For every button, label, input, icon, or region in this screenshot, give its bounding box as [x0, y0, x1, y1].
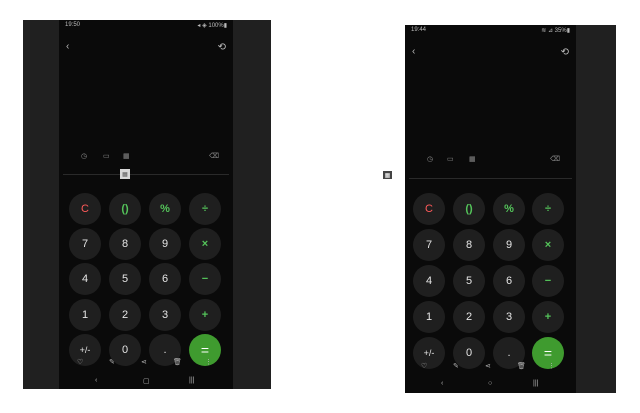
right-sidebar — [233, 20, 271, 389]
left-sidebar — [23, 20, 59, 389]
more-icon[interactable]: ⋮ — [548, 362, 555, 370]
key-5[interactable]: 5 — [109, 263, 141, 295]
navigation-bar: ‹ ○ ||| — [405, 380, 576, 389]
percent-button[interactable]: % — [493, 193, 525, 225]
key-1[interactable]: 1 — [69, 299, 101, 331]
status-bar: 19:50 ◂ ◈ 100%▮ — [59, 22, 233, 30]
trash-icon[interactable]: 🗑 — [517, 362, 526, 370]
bottom-action-bar: ♡ ✎ ⋖ 🗑 ⋮ — [405, 362, 576, 371]
left-margin — [367, 25, 405, 393]
key-4[interactable]: 4 — [69, 263, 101, 295]
key-2[interactable]: 2 — [109, 299, 141, 331]
side-panel-icon[interactable]: ▦ — [383, 171, 392, 179]
history-icon[interactable]: ◷ — [81, 153, 87, 161]
rotate-icon[interactable]: ⟲ — [218, 43, 226, 53]
rotate-icon[interactable]: ⟲ — [561, 48, 569, 58]
plus-button[interactable]: + — [532, 301, 564, 333]
nav-home-icon[interactable]: ▢ — [143, 377, 150, 385]
key-6[interactable]: 6 — [493, 265, 525, 297]
backspace-icon[interactable]: ⌫ — [550, 156, 560, 164]
percent-button[interactable]: % — [149, 193, 181, 225]
clear-button[interactable]: C — [413, 193, 445, 225]
right-sidebar — [576, 25, 616, 393]
calculator-icon[interactable]: ▦ — [123, 153, 130, 161]
backspace-icon[interactable]: ⌫ — [209, 153, 219, 161]
right-phone-screen: ▦ 19:44 ≋ ⊿ 35%▮ ‹ ⟲ ◷ ▭ ▦ ⌫ C () % ÷ 7 … — [367, 25, 616, 393]
ruler-icon[interactable]: ▭ — [103, 153, 110, 161]
parentheses-button[interactable]: () — [109, 193, 141, 225]
resize-handle-icon[interactable]: ▦ — [120, 169, 130, 179]
nav-recents-icon[interactable]: ||| — [189, 377, 194, 384]
key-3[interactable]: 3 — [149, 299, 181, 331]
share-icon[interactable]: ⋖ — [141, 358, 147, 366]
key-7[interactable]: 7 — [69, 228, 101, 260]
edit-icon[interactable]: ✎ — [453, 362, 459, 370]
minus-button[interactable]: − — [189, 263, 221, 295]
status-icons: ≋ ⊿ 35%▮ — [541, 28, 570, 34]
heart-icon[interactable]: ♡ — [77, 358, 83, 366]
parentheses-button[interactable]: () — [453, 193, 485, 225]
navigation-bar: ‹ ▢ ||| — [59, 377, 233, 386]
key-2[interactable]: 2 — [453, 301, 485, 333]
calculator-panel: 19:50 ◂ ◈ 100%▮ ‹ ⟲ ◷ ▭ ▦ ⌫ ▦ C () % ÷ 7… — [59, 20, 233, 389]
nav-back-icon[interactable]: ‹ — [95, 377, 97, 384]
heart-icon[interactable]: ♡ — [421, 362, 427, 370]
ruler-icon[interactable]: ▭ — [447, 156, 454, 164]
key-9[interactable]: 9 — [149, 228, 181, 260]
key-5[interactable]: 5 — [453, 265, 485, 297]
status-icons: ◂ ◈ 100%▮ — [197, 23, 227, 29]
status-time: 19:44 — [411, 27, 427, 33]
side-glyph: ▦ — [384, 172, 391, 179]
clear-button[interactable]: C — [69, 193, 101, 225]
key-8[interactable]: 8 — [109, 228, 141, 260]
back-arrow-icon[interactable]: ‹ — [66, 42, 69, 52]
multiply-button[interactable]: × — [189, 228, 221, 260]
divider — [409, 178, 572, 179]
key-1[interactable]: 1 — [413, 301, 445, 333]
plus-button[interactable]: + — [189, 299, 221, 331]
key-8[interactable]: 8 — [453, 229, 485, 261]
status-time: 19:50 — [65, 22, 81, 28]
multiply-button[interactable]: × — [532, 229, 564, 261]
status-bar: 19:44 ≋ ⊿ 35%▮ — [405, 27, 576, 35]
bottom-action-bar: ♡ ✎ ⋖ 🗑 ⋮ — [59, 358, 233, 367]
back-arrow-icon[interactable]: ‹ — [412, 47, 415, 57]
key-4[interactable]: 4 — [413, 265, 445, 297]
key-3[interactable]: 3 — [493, 301, 525, 333]
trash-icon[interactable]: 🗑 — [173, 358, 182, 366]
divide-button[interactable]: ÷ — [532, 193, 564, 225]
edit-icon[interactable]: ✎ — [109, 358, 115, 366]
share-icon[interactable]: ⋖ — [485, 362, 491, 370]
nav-home-icon[interactable]: ○ — [488, 380, 492, 387]
divider — [63, 174, 229, 175]
key-6[interactable]: 6 — [149, 263, 181, 295]
history-icon[interactable]: ◷ — [427, 156, 433, 164]
divide-button[interactable]: ÷ — [189, 193, 221, 225]
minus-button[interactable]: − — [532, 265, 564, 297]
left-phone-screen: 19:50 ◂ ◈ 100%▮ ‹ ⟲ ◷ ▭ ▦ ⌫ ▦ C () % ÷ 7… — [23, 20, 271, 389]
handle-glyph: ▦ — [122, 171, 128, 178]
nav-recents-icon[interactable]: ||| — [533, 380, 538, 387]
key-9[interactable]: 9 — [493, 229, 525, 261]
key-7[interactable]: 7 — [413, 229, 445, 261]
calculator-icon[interactable]: ▦ — [469, 156, 476, 164]
calculator-panel: 19:44 ≋ ⊿ 35%▮ ‹ ⟲ ◷ ▭ ▦ ⌫ C () % ÷ 7 8 … — [405, 25, 576, 393]
more-icon[interactable]: ⋮ — [205, 358, 212, 366]
nav-back-icon[interactable]: ‹ — [441, 380, 443, 387]
